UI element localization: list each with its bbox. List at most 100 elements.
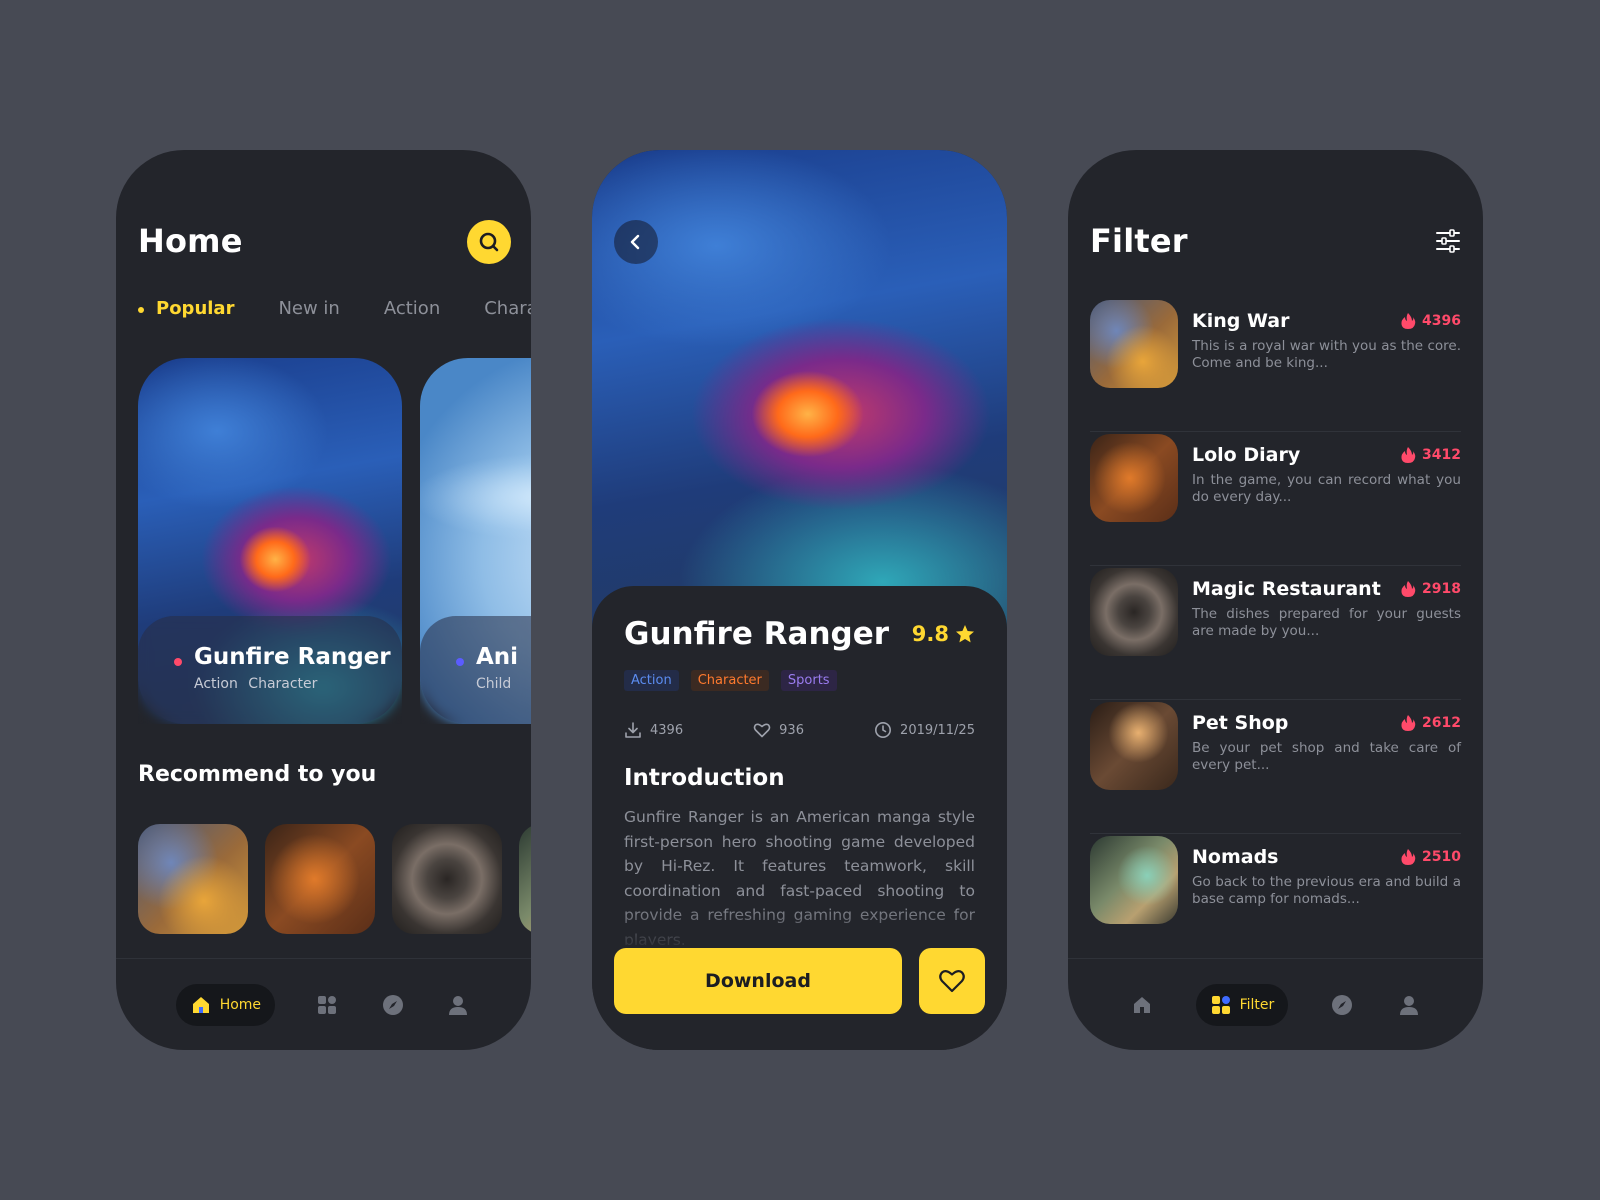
game-list: King War 4396 This is a royal war with y…: [1090, 298, 1461, 968]
detail-screen: Gunfire Ranger 9.8 Action Character Spor…: [592, 150, 1007, 1050]
nav-home[interactable]: [1129, 992, 1155, 1018]
tag-character[interactable]: Character: [690, 670, 769, 691]
list-item[interactable]: Lolo Diary 3412 In the game, you can rec…: [1090, 432, 1461, 566]
user-icon: [1400, 995, 1419, 1015]
user-icon: [449, 995, 468, 1015]
hot-count: 2612: [1400, 714, 1461, 732]
game-description: In the game, you can record what you do …: [1192, 472, 1461, 505]
hot-count-value: 3412: [1422, 447, 1461, 463]
home-icon: [1133, 996, 1150, 1013]
game-name: Magic Restaurant: [1192, 578, 1381, 600]
nav-filter-label: Filter: [1239, 996, 1275, 1013]
star-icon: [956, 625, 974, 643]
chevron-left-icon: [630, 234, 640, 250]
game-name: Pet Shop: [1192, 712, 1289, 734]
back-button[interactable]: [614, 220, 658, 264]
featured-card-title: Gunfire Ranger: [194, 644, 391, 670]
search-button[interactable]: [467, 220, 511, 264]
featured-card-info: Gunfire Ranger Action Character: [138, 616, 402, 724]
tag-sports[interactable]: Sports: [780, 670, 837, 691]
tab-action[interactable]: Action: [384, 298, 440, 319]
fire-icon: [1401, 849, 1416, 865]
nav-categories[interactable]: [314, 992, 340, 1018]
download-count-value: 4396: [650, 722, 684, 738]
game-thumbnail: [1090, 702, 1178, 790]
game-thumbnail: [1090, 568, 1178, 656]
game-description: The dishes prepared for your guests are …: [1192, 606, 1461, 639]
game-thumbnail: [1090, 300, 1178, 388]
nav-home[interactable]: Home: [175, 983, 276, 1026]
recommend-list: [138, 824, 531, 934]
fire-icon: [1401, 447, 1416, 463]
list-item[interactable]: King War 4396 This is a royal war with y…: [1090, 298, 1461, 432]
fire-icon: [1401, 313, 1416, 329]
featured-card-tags: Child: [476, 676, 512, 692]
featured-card-tags: Action Character: [194, 676, 318, 692]
recommend-item[interactable]: [265, 824, 375, 934]
featured-card-info: Ani Child: [420, 616, 531, 724]
filter-screen: Filter King War 4396 This is a royal war…: [1068, 150, 1483, 1050]
fire-icon: [1401, 715, 1416, 731]
rating-value: 9.8: [911, 622, 949, 646]
tab-character[interactable]: Character: [484, 298, 531, 319]
game-name: Lolo Diary: [1192, 444, 1301, 466]
game-description: Go back to the previous era and build a …: [1192, 874, 1461, 907]
compass-icon: [1332, 994, 1353, 1015]
hero-image: [592, 150, 1007, 630]
section-title: Recommend to you: [138, 762, 377, 787]
bottom-nav: Home: [116, 958, 531, 1050]
download-icon: [625, 722, 641, 738]
hot-count-value: 2612: [1422, 715, 1461, 731]
heart-icon: [939, 970, 965, 993]
download-button[interactable]: Download: [614, 948, 902, 1014]
game-thumbnail: [1090, 836, 1178, 924]
stats-row: 4396 936 2019/11/25: [624, 721, 975, 739]
hot-count: 2918: [1400, 580, 1461, 598]
fire-icon: [1401, 581, 1416, 597]
heart-icon: [753, 723, 771, 738]
game-description: This is a royal war with you as the core…: [1192, 338, 1461, 371]
list-item[interactable]: Nomads 2510 Go back to the previous era …: [1090, 834, 1461, 968]
filter-settings-button[interactable]: [1435, 228, 1461, 258]
recommend-item[interactable]: [138, 824, 248, 934]
category-tabs: Popular New in Action Character: [138, 298, 531, 319]
favorite-button[interactable]: [919, 948, 985, 1014]
search-icon: [479, 232, 499, 252]
list-item[interactable]: Pet Shop 2612 Be your pet shop and take …: [1090, 700, 1461, 834]
recommend-item[interactable]: [392, 824, 502, 934]
game-name: Nomads: [1192, 846, 1279, 868]
game-name: King War: [1192, 310, 1290, 332]
card-dot: [456, 658, 464, 666]
nav-filter[interactable]: Filter: [1195, 983, 1289, 1026]
like-count: 936: [753, 721, 804, 739]
nav-discover[interactable]: [1329, 992, 1355, 1018]
recommend-item[interactable]: [519, 824, 531, 934]
featured-card-title: Ani: [476, 644, 519, 670]
hot-count-value: 2510: [1422, 849, 1461, 865]
game-description: Be your pet shop and take care of every …: [1192, 740, 1461, 773]
list-item[interactable]: Magic Restaurant 2918 The dishes prepare…: [1090, 566, 1461, 700]
like-count-value: 936: [779, 722, 804, 738]
grid-icon: [318, 995, 337, 1014]
sliders-icon: [1436, 229, 1460, 253]
nav-profile[interactable]: [1396, 992, 1422, 1018]
featured-card[interactable]: Gunfire Ranger Action Character: [138, 358, 402, 724]
tab-new-in[interactable]: New in: [278, 298, 339, 319]
intro-text: Gunfire Ranger is an American manga styl…: [624, 808, 975, 945]
compass-icon: [382, 994, 403, 1015]
nav-profile[interactable]: [445, 992, 471, 1018]
home-icon: [192, 996, 209, 1013]
hot-count-value: 2918: [1422, 581, 1461, 597]
hot-count: 3412: [1400, 446, 1461, 464]
rating: 9.8: [912, 622, 975, 646]
action-row: Download: [614, 948, 985, 1014]
page-title: Home: [138, 222, 243, 260]
grid-icon: [1211, 995, 1230, 1014]
release-date-value: 2019/11/25: [900, 722, 975, 738]
tab-popular[interactable]: Popular: [138, 298, 234, 319]
clock-icon: [875, 722, 892, 738]
nav-discover[interactable]: [380, 992, 406, 1018]
page-title: Filter: [1090, 222, 1188, 260]
featured-card[interactable]: Ani Child: [420, 358, 531, 724]
tag-action[interactable]: Action: [624, 670, 679, 691]
